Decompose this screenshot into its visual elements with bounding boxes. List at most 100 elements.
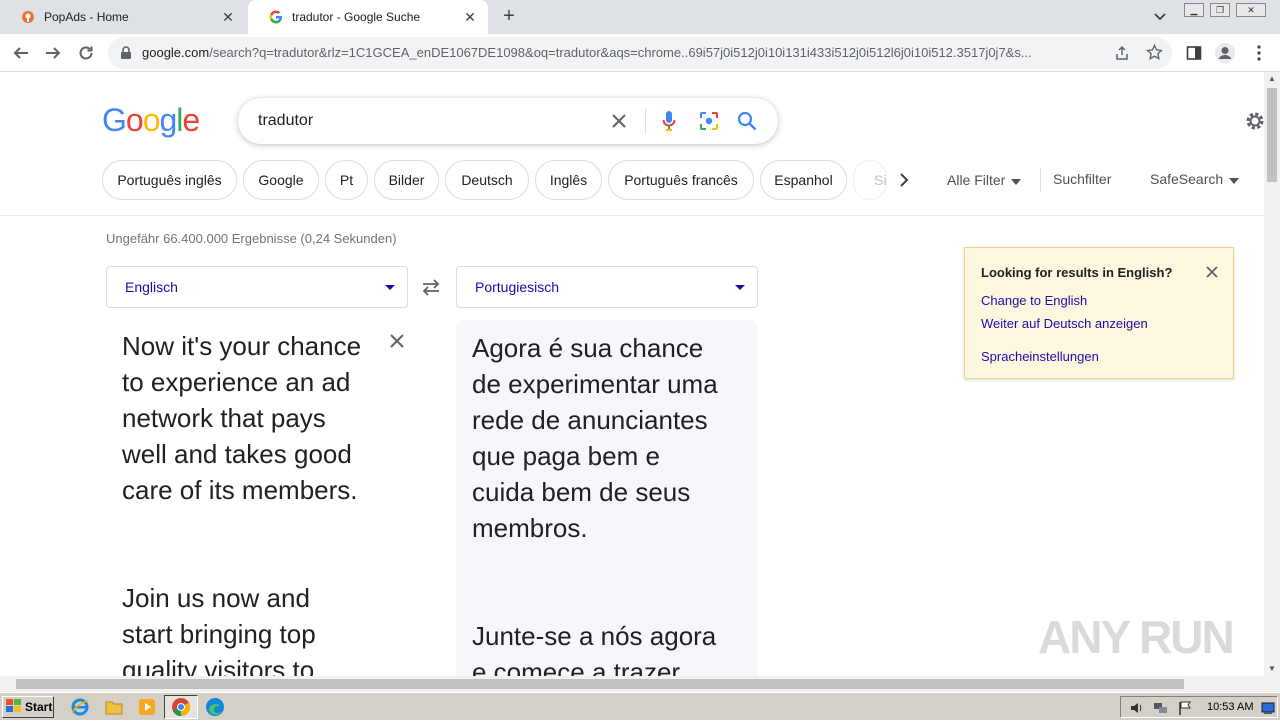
minimize-button[interactable]: ▁ bbox=[1184, 3, 1204, 17]
chevron-down-icon bbox=[1011, 172, 1022, 188]
anyrun-watermark: ANY RUN bbox=[1038, 611, 1235, 663]
safesearch-button[interactable]: SafeSearch bbox=[1150, 171, 1240, 187]
file-explorer-icon[interactable] bbox=[104, 697, 124, 717]
clear-source-icon[interactable] bbox=[388, 332, 410, 354]
search-tools-label: Suchfilter bbox=[1053, 171, 1112, 187]
search-box[interactable]: tradutor bbox=[238, 98, 778, 144]
logo-letter: o bbox=[142, 102, 161, 138]
close-tab-icon[interactable]: ✕ bbox=[462, 9, 478, 25]
start-button[interactable]: Start bbox=[2, 696, 54, 718]
text-line: network that pays bbox=[122, 403, 326, 433]
url-path: /search?q=tradutor&rlz=1C1GCEA_enDE1067D… bbox=[209, 45, 1032, 60]
clear-search-icon[interactable] bbox=[608, 110, 630, 132]
share-icon[interactable] bbox=[1114, 45, 1130, 66]
edge-icon[interactable] bbox=[205, 697, 225, 717]
chip-portugues-frances[interactable]: Português francês bbox=[608, 160, 754, 200]
text-line: e comece a trazer bbox=[472, 657, 681, 676]
popads-icon bbox=[20, 9, 36, 25]
source-language-select[interactable]: Englisch bbox=[106, 266, 408, 308]
logo-letter: g bbox=[159, 102, 177, 138]
target-paragraph-1: Agora é sua chance de experimentar uma r… bbox=[472, 330, 718, 546]
google-logo[interactable]: Google bbox=[102, 102, 200, 139]
chevron-right-icon[interactable] bbox=[894, 170, 914, 190]
tab-title: PopAds - Home bbox=[44, 10, 129, 24]
chip-overflow[interactable]: Si bbox=[853, 160, 887, 200]
bookmark-star-icon[interactable] bbox=[1146, 43, 1163, 66]
forward-icon[interactable] bbox=[42, 42, 64, 64]
safesearch-label: SafeSearch bbox=[1150, 171, 1224, 187]
logo-letter: e bbox=[182, 102, 200, 138]
chip-google[interactable]: Google bbox=[243, 160, 319, 200]
text-line: cuida bem de seus bbox=[472, 477, 691, 507]
chip-portugues-ingles[interactable]: Português inglês bbox=[102, 160, 237, 200]
search-results-page: Google tradutor Português inglês Google … bbox=[0, 72, 1264, 676]
text-line: Join us now and bbox=[122, 583, 310, 613]
scroll-down-icon[interactable]: ▼ bbox=[1264, 662, 1280, 676]
address-bar[interactable]: google.com/search?q=tradutor&rlz=1C1GCEA… bbox=[108, 37, 1172, 69]
change-to-english-link[interactable]: Change to English bbox=[981, 293, 1087, 308]
all-filters-button[interactable]: Alle Filter bbox=[947, 172, 1022, 188]
text-line: membros. bbox=[472, 513, 588, 543]
reload-icon[interactable] bbox=[75, 42, 97, 64]
network-icon[interactable] bbox=[1153, 700, 1169, 719]
text-line: rede de anunciantes bbox=[472, 405, 708, 435]
header-divider bbox=[0, 215, 1264, 216]
search-input[interactable]: tradutor bbox=[258, 112, 313, 130]
profile-avatar-icon[interactable] bbox=[1214, 42, 1236, 64]
logo-letter: G bbox=[102, 102, 127, 138]
dropdown-caret-icon bbox=[385, 285, 395, 290]
new-tab-button[interactable]: + bbox=[498, 6, 520, 28]
swap-languages-icon[interactable] bbox=[420, 276, 442, 298]
windows-logo-icon bbox=[6, 698, 22, 716]
image-search-icon[interactable] bbox=[698, 110, 720, 132]
text-line: de experimentar uma bbox=[472, 369, 718, 399]
clock[interactable]: 10:53 AM bbox=[1207, 701, 1253, 713]
chip-ingles[interactable]: Inglês bbox=[535, 160, 602, 200]
tab-popads[interactable]: PopAds - Home ✕ bbox=[0, 0, 246, 34]
horizontal-scrollbar[interactable] bbox=[0, 676, 1280, 692]
search-tools-button[interactable]: Suchfilter bbox=[1053, 171, 1111, 187]
text-line: que paga bem e bbox=[472, 441, 660, 471]
lock-icon[interactable] bbox=[120, 46, 132, 65]
all-filters-label: Alle Filter bbox=[947, 172, 1006, 188]
result-stats: Ungefähr 66.400.000 Ergebnisse (0,24 Sek… bbox=[106, 231, 397, 246]
tab-google-search[interactable]: tradutor - Google Suche ✕ bbox=[248, 0, 488, 34]
tab-strip: PopAds - Home ✕ tradutor - Google Suche … bbox=[0, 0, 1280, 34]
filter-separator bbox=[1040, 168, 1041, 192]
chip-deutsch[interactable]: Deutsch bbox=[445, 160, 529, 200]
notice-heading: Looking for results in English? bbox=[981, 265, 1173, 280]
media-player-icon[interactable] bbox=[137, 697, 157, 717]
scroll-thumb[interactable] bbox=[1267, 88, 1277, 182]
vertical-scrollbar[interactable]: ▲ ▼ bbox=[1264, 72, 1280, 676]
settings-gear-icon[interactable] bbox=[1244, 110, 1264, 132]
scroll-thumb[interactable] bbox=[16, 679, 1184, 689]
voice-search-icon[interactable] bbox=[658, 110, 680, 132]
source-paragraph-2: Join us now and start bringing top quali… bbox=[122, 580, 316, 676]
internet-explorer-icon[interactable] bbox=[70, 697, 90, 717]
close-tab-icon[interactable]: ✕ bbox=[220, 9, 236, 25]
close-window-button[interactable]: ✕ bbox=[1236, 3, 1266, 17]
chip-espanhol[interactable]: Espanhol bbox=[760, 160, 847, 200]
tab-search-icon[interactable] bbox=[1150, 8, 1170, 26]
restore-button[interactable]: ❐ bbox=[1210, 3, 1230, 17]
source-language-label: Englisch bbox=[125, 279, 178, 295]
back-icon[interactable] bbox=[10, 42, 32, 64]
source-text-area[interactable]: Now it's your chance to experience an ad… bbox=[106, 320, 408, 676]
menu-kebab-icon[interactable] bbox=[1248, 42, 1270, 64]
keep-german-link[interactable]: Weiter auf Deutsch anzeigen bbox=[981, 316, 1148, 331]
language-notice: Looking for results in English? Change t… bbox=[964, 247, 1234, 379]
side-panel-icon[interactable] bbox=[1183, 42, 1205, 64]
show-desktop-icon[interactable] bbox=[1261, 701, 1275, 718]
search-icon[interactable] bbox=[736, 110, 758, 132]
target-language-select[interactable]: Portugiesisch bbox=[456, 266, 758, 308]
language-settings-link[interactable]: Spracheinstellungen bbox=[981, 349, 1099, 364]
flag-icon[interactable] bbox=[1177, 700, 1193, 719]
scroll-up-icon[interactable]: ▲ bbox=[1264, 72, 1280, 86]
chevron-down-icon bbox=[1229, 171, 1240, 187]
close-icon[interactable] bbox=[1203, 263, 1221, 281]
target-language-label: Portugiesisch bbox=[475, 279, 560, 295]
chip-pt[interactable]: Pt bbox=[325, 160, 368, 200]
chip-bilder[interactable]: Bilder bbox=[374, 160, 439, 200]
volume-icon[interactable] bbox=[1129, 700, 1145, 719]
text-line: care of its members. bbox=[122, 475, 358, 505]
